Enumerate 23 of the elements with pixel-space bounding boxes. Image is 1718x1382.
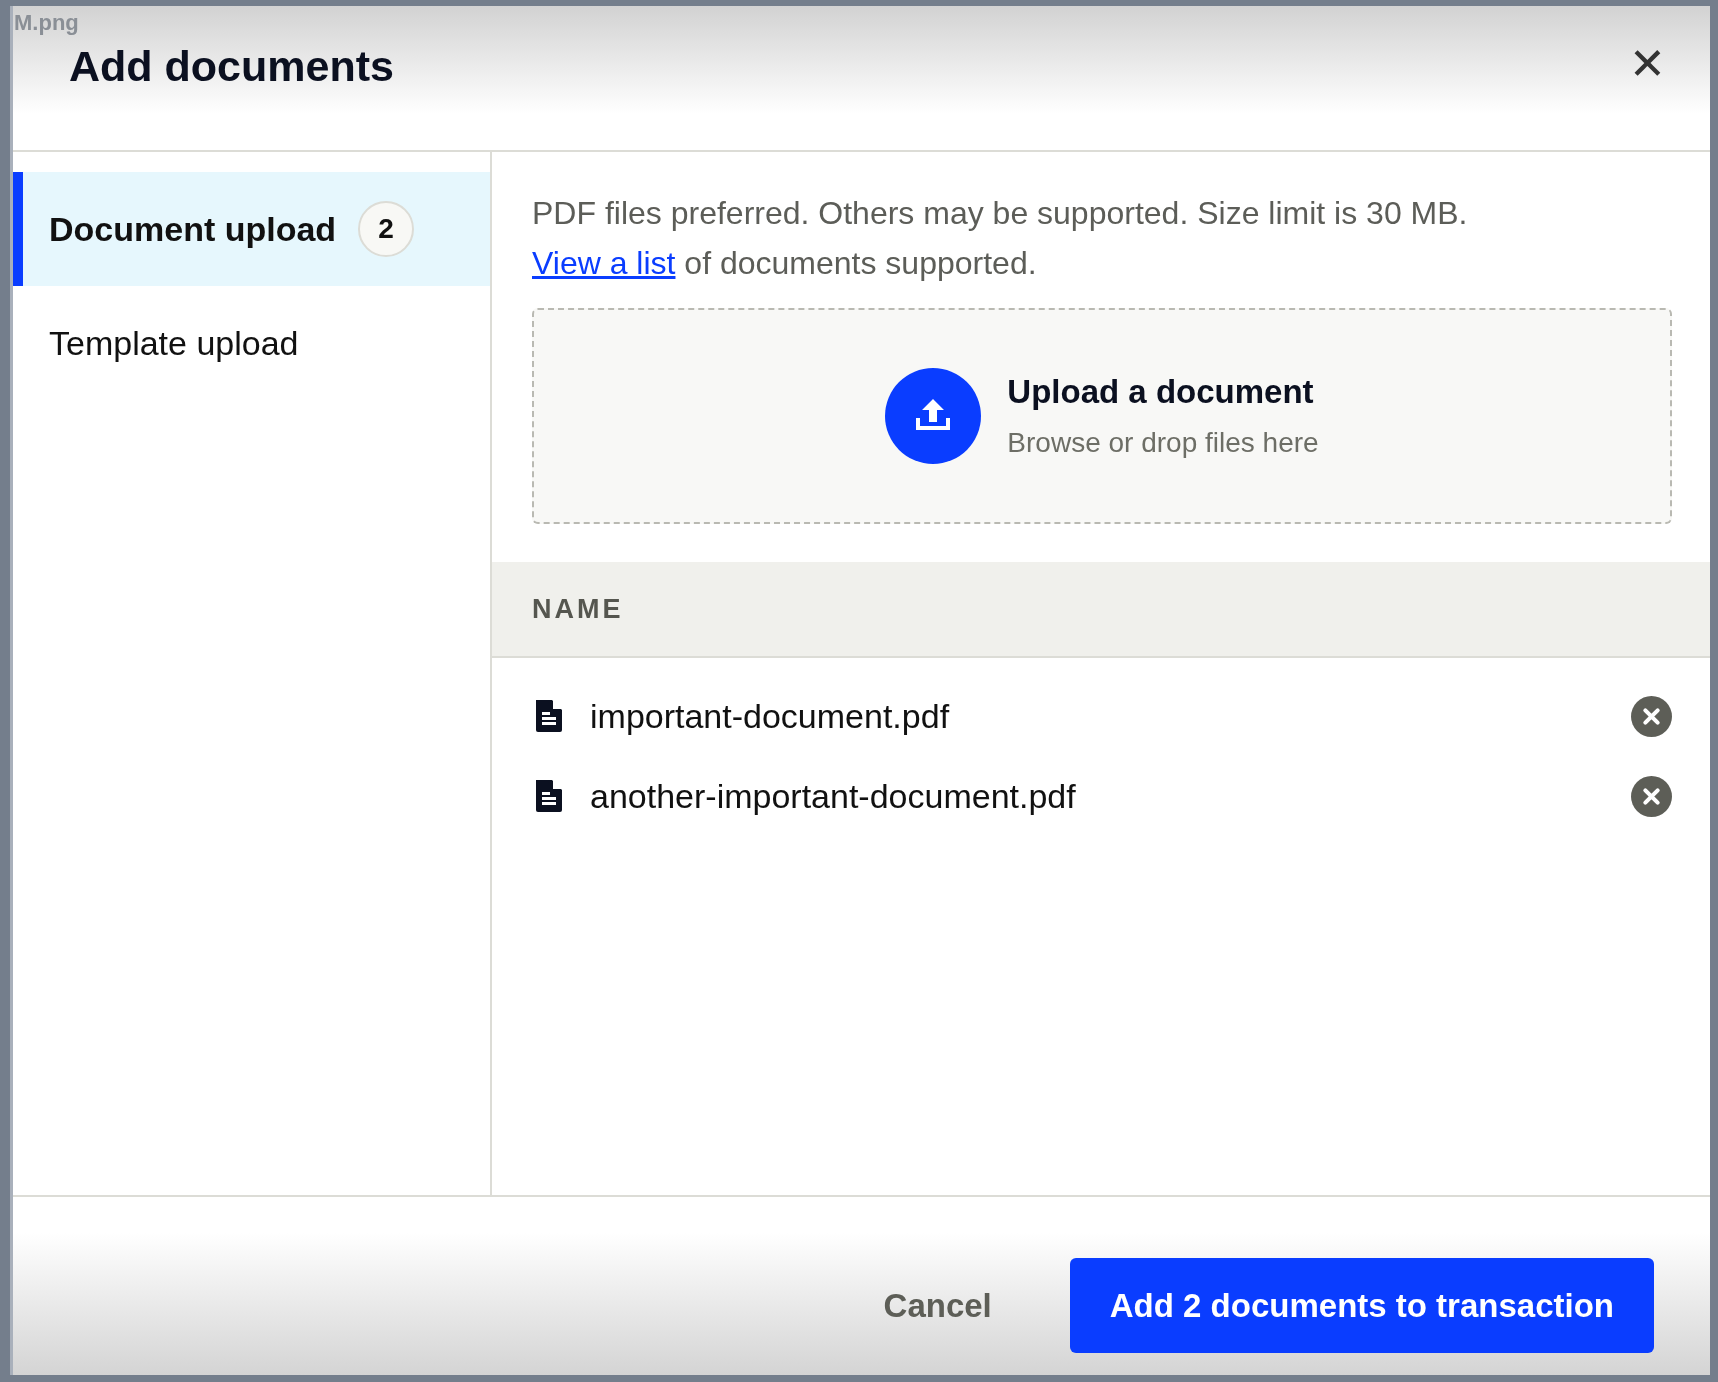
dropzone[interactable]: Upload a document Browse or drop files here	[532, 308, 1672, 524]
dialog-title: Add documents	[69, 42, 394, 91]
info-text: PDF files preferred. Others may be supported. Size limit is 30 MB. View a list of documents supported.	[532, 194, 1469, 283]
sidebar-tab[interactable]: Document upload 2	[13, 172, 490, 286]
column-header: NAME	[532, 593, 624, 624]
document-icon	[534, 700, 564, 732]
file-name: another-important-document.pdf	[590, 776, 1077, 816]
tab-label: Template upload	[49, 323, 299, 363]
document-icon	[534, 780, 564, 812]
count-badge: 2	[358, 201, 415, 257]
remove-button[interactable]	[1631, 695, 1672, 737]
remove-button[interactable]	[1631, 775, 1672, 817]
submit-button[interactable]: Add 2 documents to transaction	[1069, 1258, 1654, 1353]
view-list-link[interactable]: View a list	[532, 245, 676, 281]
dropzone-title: Upload a document	[1007, 373, 1315, 411]
upload-icon	[885, 368, 982, 464]
tab-label: Document upload	[49, 209, 337, 249]
cancel-button[interactable]: Cancel	[883, 1258, 992, 1353]
file-name-label: M.png	[14, 10, 79, 36]
dropzone-hint: Browse or drop files here	[1007, 427, 1319, 459]
close-button[interactable]: ✕	[1623, 42, 1672, 86]
sidebar-tab[interactable]: Template upload	[13, 286, 490, 400]
file-name: important-document.pdf	[590, 696, 951, 736]
